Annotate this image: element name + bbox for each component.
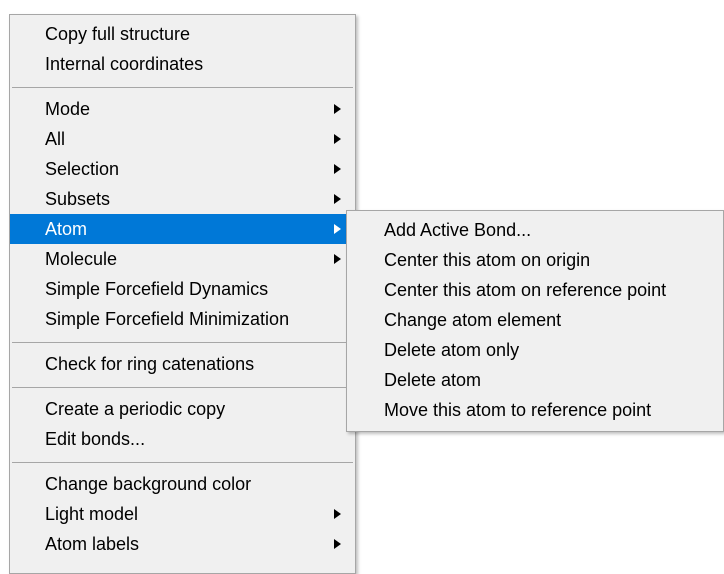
submenu-item-change-atom-element[interactable]: Change atom element bbox=[347, 305, 723, 335]
menu-item-label: Change atom element bbox=[384, 310, 562, 330]
menu-item-label: Check for ring catenations bbox=[45, 354, 255, 374]
menu-item-label: Edit bonds... bbox=[45, 429, 146, 449]
menu-item-label: Center this atom on reference point bbox=[384, 280, 667, 300]
menu-item-label: Light model bbox=[45, 504, 139, 524]
menu-item-create-periodic-copy[interactable]: Create a periodic copy bbox=[10, 394, 355, 424]
menu-item-selection[interactable]: Selection bbox=[10, 154, 355, 184]
menu-item-label: Selection bbox=[45, 159, 120, 179]
menu-item-label: Change background color bbox=[45, 474, 252, 494]
submenu-item-move-to-reference-point[interactable]: Move this atom to reference point bbox=[347, 395, 723, 425]
menu-item-label: Molecule bbox=[45, 249, 118, 269]
menu-item-copy-full-structure[interactable]: Copy full structure bbox=[10, 19, 355, 49]
menu-item-label: Mode bbox=[45, 99, 91, 119]
menu-item-label: Simple Forcefield Minimization bbox=[45, 309, 290, 329]
menu-item-edit-bonds[interactable]: Edit bonds... bbox=[10, 424, 355, 454]
submenu-arrow-icon bbox=[334, 214, 342, 244]
menu-item-atom-labels[interactable]: Atom labels bbox=[10, 529, 355, 559]
menu-item-label: Delete atom only bbox=[384, 340, 520, 360]
submenu-item-add-active-bond[interactable]: Add Active Bond... bbox=[347, 215, 723, 245]
menu-item-label: Simple Forcefield Dynamics bbox=[45, 279, 269, 299]
menu-item-label: Delete atom bbox=[384, 370, 482, 390]
menu-item-label: Add Active Bond... bbox=[384, 220, 532, 240]
menu-item-label: Atom labels bbox=[45, 534, 140, 554]
menu-item-label: Center this atom on origin bbox=[384, 250, 591, 270]
menu-item-simple-forcefield-minimization[interactable]: Simple Forcefield Minimization bbox=[10, 304, 355, 334]
menu-item-mode[interactable]: Mode bbox=[10, 94, 355, 124]
submenu-item-center-on-reference-point[interactable]: Center this atom on reference point bbox=[347, 275, 723, 305]
submenu-arrow-icon bbox=[334, 529, 342, 559]
submenu-arrow-icon bbox=[334, 184, 342, 214]
context-menu: Copy full structure Internal coordinates… bbox=[9, 14, 356, 574]
menu-item-change-background-color[interactable]: Change background color bbox=[10, 469, 355, 499]
atom-submenu: Add Active Bond... Center this atom on o… bbox=[346, 210, 724, 432]
menu-item-label: Atom bbox=[45, 219, 88, 239]
menu-item-simple-forcefield-dynamics[interactable]: Simple Forcefield Dynamics bbox=[10, 274, 355, 304]
submenu-item-center-on-origin[interactable]: Center this atom on origin bbox=[347, 245, 723, 275]
menu-item-molecule[interactable]: Molecule bbox=[10, 244, 355, 274]
menu-item-label: Copy full structure bbox=[45, 24, 191, 44]
menu-item-label: Subsets bbox=[45, 189, 111, 209]
menu-item-atom[interactable]: Atom bbox=[10, 214, 355, 244]
menu-item-label: Create a periodic copy bbox=[45, 399, 226, 419]
submenu-arrow-icon bbox=[334, 154, 342, 184]
menu-item-label: All bbox=[45, 129, 66, 149]
menu-item-label: Move this atom to reference point bbox=[384, 400, 652, 420]
submenu-arrow-icon bbox=[334, 499, 342, 529]
menu-item-light-model[interactable]: Light model bbox=[10, 499, 355, 529]
submenu-arrow-icon bbox=[334, 124, 342, 154]
menu-item-subsets[interactable]: Subsets bbox=[10, 184, 355, 214]
menu-separator bbox=[12, 462, 353, 463]
menu-item-internal-coordinates[interactable]: Internal coordinates bbox=[10, 49, 355, 79]
menu-separator bbox=[12, 342, 353, 343]
menu-separator bbox=[12, 387, 353, 388]
submenu-arrow-icon bbox=[334, 94, 342, 124]
menu-separator bbox=[12, 87, 353, 88]
menu-item-all[interactable]: All bbox=[10, 124, 355, 154]
menu-item-label: Internal coordinates bbox=[45, 54, 204, 74]
submenu-arrow-icon bbox=[334, 244, 342, 274]
submenu-item-delete-atom[interactable]: Delete atom bbox=[347, 365, 723, 395]
menu-item-check-ring-catenations[interactable]: Check for ring catenations bbox=[10, 349, 355, 379]
submenu-item-delete-atom-only[interactable]: Delete atom only bbox=[347, 335, 723, 365]
